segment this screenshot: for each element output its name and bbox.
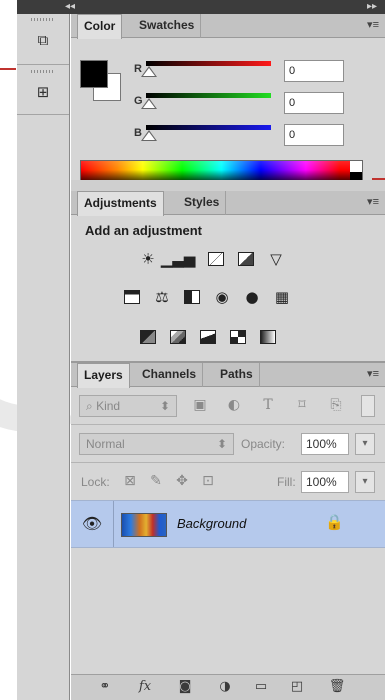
tab-layers[interactable]: Layers <box>77 363 130 388</box>
lock-all-icon[interactable]: ⊡ <box>199 472 217 490</box>
annotation-line <box>0 68 16 70</box>
panel-menu-icon[interactable]: ▾≡ <box>367 195 379 208</box>
spectrum-white-chip[interactable] <box>350 161 362 172</box>
filter-kind-label: Kind <box>96 399 121 413</box>
opacity-stepper[interactable]: ▾ <box>355 433 375 455</box>
invert-icon[interactable] <box>137 327 159 347</box>
adjustment-layer-icon[interactable]: ◑ <box>215 678 235 696</box>
hue-saturation-icon[interactable] <box>121 287 143 307</box>
blue-slider[interactable] <box>146 125 271 130</box>
channel-mixer-icon[interactable]: ● <box>241 287 263 307</box>
smart-object-filter-icon[interactable]: ⎘ <box>327 396 345 414</box>
lock-pixels-brush-icon[interactable]: ✎ <box>147 472 165 490</box>
trash-icon[interactable]: 🗑 <box>327 678 347 696</box>
red-slider-thumb[interactable] <box>141 66 157 77</box>
layers-tabbar: Layers Channels Paths ▾≡ <box>71 363 385 388</box>
posterize-icon[interactable] <box>167 327 189 347</box>
panel-icon-column: ⧉ ⊞ <box>17 14 70 700</box>
red-value-field[interactable]: 0 <box>284 60 344 82</box>
adjustment-filter-icon[interactable]: ◐ <box>225 396 243 414</box>
layers-footer: ⚭ fx ◙ ◑ ▭ ◰ 🗑 <box>71 674 385 700</box>
threshold-icon[interactable] <box>197 327 219 347</box>
panel-menu-icon[interactable]: ▾≡ <box>367 367 379 380</box>
fill-stepper[interactable]: ▾ <box>355 471 375 493</box>
search-icon: ⌕ <box>86 399 93 413</box>
brightness-contrast-icon[interactable]: ☀ <box>137 249 159 269</box>
mask-icon[interactable]: ◙ <box>175 678 195 696</box>
tab-channels[interactable]: Channels <box>136 363 204 387</box>
collapse-left-icon[interactable]: ◂◂ <box>65 0 75 14</box>
column-separator <box>17 114 69 115</box>
tab-adjustments[interactable]: Adjustments <box>77 191 164 216</box>
lock-label: Lock: <box>81 475 110 489</box>
fill-field[interactable]: 100% <box>301 471 349 493</box>
filter-kind-select[interactable]: ⌕ Kind ⬍ <box>79 395 177 417</box>
curves-icon[interactable] <box>205 249 227 269</box>
pixel-filter-icon[interactable]: ▣ <box>191 396 209 414</box>
collapse-right-icon[interactable]: ▸▸ <box>367 0 377 14</box>
type-filter-icon[interactable]: T <box>259 396 277 414</box>
lock-row: Lock: ⊠ ✎ ✥ ⊡ Fill: 100% ▾ <box>71 463 385 501</box>
layers-panel: Layers Channels Paths ▾≡ ⌕ Kind ⬍ ▣ ◐ T … <box>71 363 385 700</box>
fill-label: Fill: <box>277 475 296 489</box>
adjustments-tabbar: Adjustments Styles ▾≡ <box>71 191 385 216</box>
lock-position-icon[interactable]: ✥ <box>173 472 191 490</box>
layer-row-background[interactable]: 👁 Background 🔒 <box>71 500 385 548</box>
color-lookup-icon[interactable]: ▦ <box>271 287 293 307</box>
group-folder-icon[interactable]: ▭ <box>251 678 271 696</box>
panel-menu-icon[interactable]: ▾≡ <box>367 18 379 31</box>
black-white-icon[interactable] <box>181 287 203 307</box>
selective-color-icon[interactable] <box>227 327 249 347</box>
red-slider[interactable] <box>146 61 271 66</box>
foreground-color-swatch[interactable] <box>80 60 108 88</box>
dropdown-icon: ⬍ <box>159 399 170 413</box>
lock-transparent-icon[interactable]: ⊠ <box>121 472 139 490</box>
tab-styles[interactable]: Styles <box>178 191 227 215</box>
opacity-field[interactable]: 100% <box>301 433 349 455</box>
blend-row: Normal ⬍ Opacity: 100% ▾ <box>71 425 385 463</box>
blend-mode-select[interactable]: Normal ⬍ <box>79 433 234 455</box>
column-separator <box>17 64 69 65</box>
visibility-eye-icon[interactable]: 👁 <box>79 514 105 534</box>
photo-filter-icon[interactable]: ◉ <box>211 287 233 307</box>
properties-icon[interactable]: ⊞ <box>29 80 57 104</box>
adjustments-panel: Adjustments Styles ▾≡ Add an adjustment … <box>71 191 385 361</box>
history-icon[interactable]: ⧉ <box>29 28 57 52</box>
panel-divider[interactable] <box>71 180 385 191</box>
column-grip[interactable] <box>31 70 55 73</box>
layer-filter-row: ⌕ Kind ⬍ ▣ ◐ T ⌑ ⎘ <box>71 387 385 425</box>
layers-list-empty-area[interactable] <box>71 548 385 672</box>
tab-paths[interactable]: Paths <box>214 363 260 387</box>
gradient-map-icon[interactable] <box>257 327 279 347</box>
opacity-label: Opacity: <box>241 437 286 451</box>
levels-icon[interactable]: ▁▃▅ <box>161 249 196 269</box>
layer-name[interactable]: Background <box>177 516 246 531</box>
column-grip[interactable] <box>31 18 55 21</box>
blend-mode-value: Normal <box>86 437 125 451</box>
color-panel: Color Swatches ▾≡ R 0 G 0 B 0 <box>71 14 385 184</box>
vibrance-icon[interactable]: ▽ <box>265 249 287 269</box>
shape-filter-icon[interactable]: ⌑ <box>293 396 311 414</box>
fx-icon[interactable]: fx <box>135 678 155 696</box>
color-balance-icon[interactable]: ⚖ <box>151 287 173 307</box>
blue-slider-thumb[interactable] <box>141 130 157 141</box>
color-tabbar: Color Swatches ▾≡ <box>71 14 385 39</box>
layer-thumbnail[interactable] <box>121 513 167 537</box>
adjustments-heading: Add an adjustment <box>85 223 203 238</box>
green-slider-thumb[interactable] <box>141 98 157 109</box>
dropdown-icon: ⬍ <box>216 437 227 451</box>
filter-toggle-button[interactable] <box>361 395 375 417</box>
blue-value-field[interactable]: 0 <box>284 124 344 146</box>
green-value-field[interactable]: 0 <box>284 92 344 114</box>
link-layers-icon[interactable]: ⚭ <box>95 678 115 696</box>
new-layer-icon[interactable]: ◰ <box>287 678 307 696</box>
layer-row-separator <box>113 501 114 547</box>
green-slider[interactable] <box>146 93 271 98</box>
tab-swatches[interactable]: Swatches <box>133 14 202 38</box>
tab-color[interactable]: Color <box>77 14 123 39</box>
layer-lock-icon[interactable]: 🔒 <box>325 513 344 531</box>
exposure-icon[interactable] <box>235 249 257 269</box>
dock-top-strip: ◂◂ ▸▸ <box>17 0 385 14</box>
